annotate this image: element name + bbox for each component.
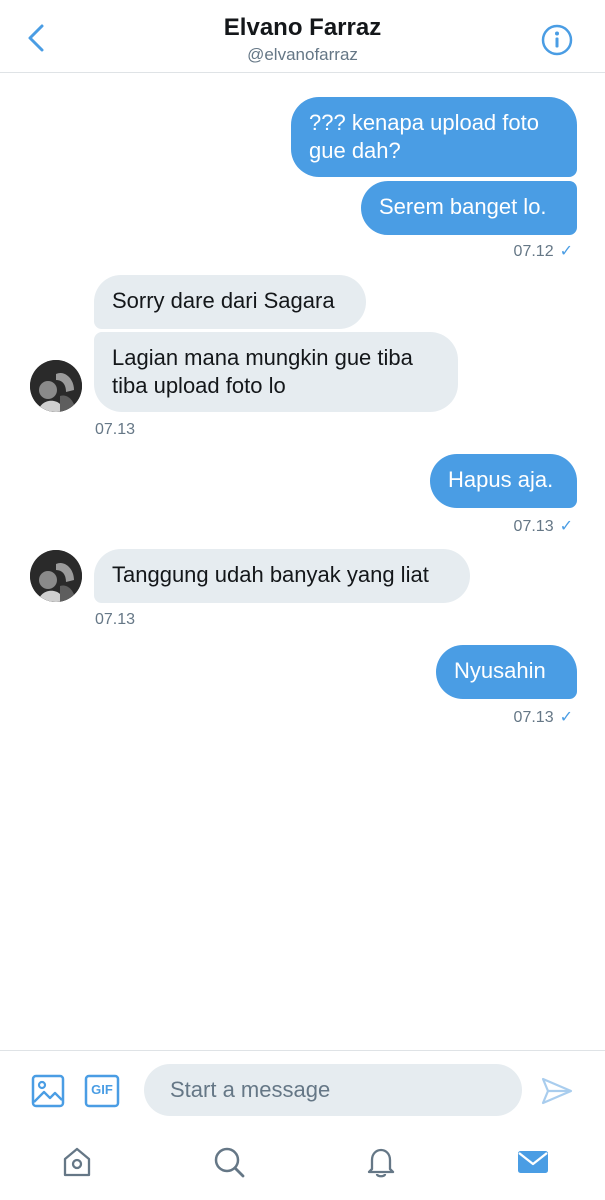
add-media-button[interactable] xyxy=(28,1071,68,1111)
message-timestamp: 07.13 ✓ xyxy=(514,516,573,536)
messages-icon xyxy=(518,1151,548,1173)
image-icon xyxy=(31,1074,65,1108)
message-bubble-outgoing[interactable]: Serem banget lo. xyxy=(361,181,577,235)
gif-button[interactable]: GIF xyxy=(82,1071,122,1111)
timestamp-text: 07.12 xyxy=(513,243,554,260)
info-icon xyxy=(541,24,573,56)
message-text: Nyusahin xyxy=(454,658,546,683)
info-button[interactable] xyxy=(539,22,575,58)
tab-messages[interactable] xyxy=(513,1142,553,1182)
timestamp-text: 07.13 xyxy=(95,421,136,438)
timestamp-text: 07.13 xyxy=(513,709,554,726)
gif-label: GIF xyxy=(91,1082,113,1097)
message-text-line: ??? kenapa upload foto xyxy=(309,110,539,135)
message-text-line: tiba upload foto lo xyxy=(112,373,286,398)
timestamp-text: 07.13 xyxy=(513,518,554,535)
contact-handle: @elvanofarraz xyxy=(247,45,358,64)
message-text: Serem banget lo. xyxy=(379,194,547,219)
timestamp-text: 07.13 xyxy=(95,611,136,628)
message-timestamp: 07.13 xyxy=(95,611,135,629)
tab-notifications[interactable] xyxy=(361,1142,401,1182)
bottom-tab-bar xyxy=(0,1130,605,1200)
message-bubble-incoming[interactable]: Lagian mana mungkin gue tiba tiba upload… xyxy=(94,332,458,412)
message-composer: GIF xyxy=(0,1050,605,1131)
message-text-line: Lagian mana mungkin gue tiba xyxy=(112,345,413,370)
avatar-photo-icon xyxy=(30,550,82,602)
read-checkmark-icon: ✓ xyxy=(559,243,573,260)
message-text: Tanggung udah banyak yang liat xyxy=(112,562,429,587)
home-icon xyxy=(63,1147,91,1177)
read-checkmark-icon: ✓ xyxy=(559,709,573,726)
message-bubble-outgoing[interactable]: Nyusahin xyxy=(436,645,577,699)
send-icon xyxy=(541,1077,573,1105)
message-bubble-outgoing[interactable]: Hapus aja. xyxy=(430,454,577,508)
conversation-header: Elvano Farraz @elvanofarraz xyxy=(0,0,605,73)
message-timestamp: 07.12 ✓ xyxy=(514,241,573,261)
message-timestamp: 07.13 xyxy=(95,421,135,439)
contact-avatar[interactable] xyxy=(30,360,82,412)
notifications-icon xyxy=(367,1148,395,1178)
message-text: Hapus aja. xyxy=(448,467,554,492)
contact-avatar[interactable] xyxy=(30,550,82,602)
message-bubble-incoming[interactable]: Sorry dare dari Sagara xyxy=(94,275,366,329)
message-bubble-outgoing[interactable]: ??? kenapa upload foto gue dah? xyxy=(291,97,577,177)
read-checkmark-icon: ✓ xyxy=(559,518,573,535)
tab-home[interactable] xyxy=(57,1142,97,1182)
tab-search[interactable] xyxy=(209,1142,249,1182)
message-thread: ??? kenapa upload foto gue dah? Serem ba… xyxy=(0,73,605,1049)
message-text: Sorry dare dari Sagara xyxy=(112,288,335,313)
send-button[interactable] xyxy=(537,1071,577,1111)
avatar-photo-icon xyxy=(30,360,82,412)
message-timestamp: 07.13 ✓ xyxy=(514,707,573,727)
message-bubble-incoming[interactable]: Tanggung udah banyak yang liat xyxy=(94,549,470,603)
contact-name[interactable]: Elvano Farraz xyxy=(0,14,605,42)
message-text-line: gue dah? xyxy=(309,138,401,163)
message-input[interactable] xyxy=(144,1064,522,1116)
search-icon xyxy=(214,1147,245,1178)
